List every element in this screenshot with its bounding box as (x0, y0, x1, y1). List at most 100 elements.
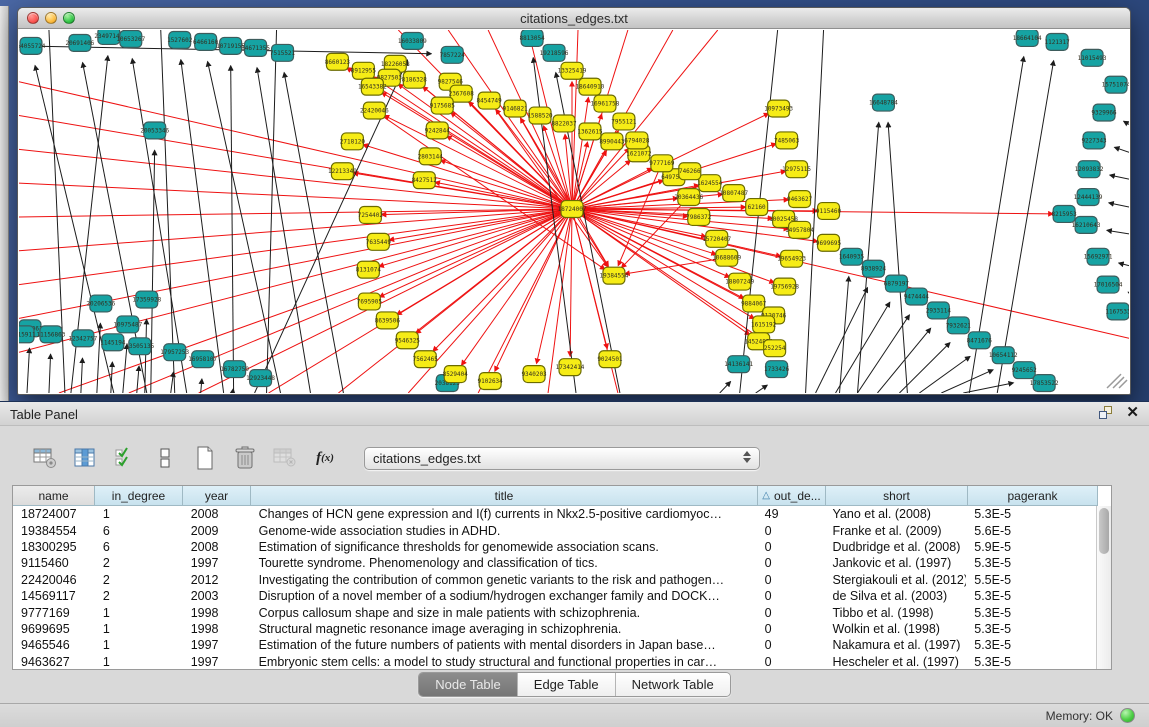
graph-edge[interactable] (877, 328, 930, 393)
table-cell[interactable]: 0 (757, 573, 825, 587)
network-window[interactable]: citations_edges.txt 14055724206914062349… (17, 7, 1131, 395)
column-header-year[interactable]: year (183, 486, 251, 506)
table-cell[interactable]: 2009 (183, 524, 251, 538)
column-header-name[interactable]: name (13, 486, 95, 506)
graph-edge[interactable] (379, 209, 572, 267)
graph-edge[interactable] (720, 382, 731, 393)
graph-edge[interactable] (111, 362, 113, 393)
table-cell[interactable]: 2 (95, 573, 183, 587)
show-columns-icon[interactable] (70, 442, 100, 474)
graph-edge[interactable] (857, 315, 909, 393)
graph-edge[interactable] (231, 66, 234, 393)
table-cell[interactable]: 5.3E-5 (966, 606, 1096, 620)
table-cell[interactable]: Hescheler et al. (1997) (825, 655, 967, 669)
table-cell[interactable]: 5.6E-5 (966, 524, 1096, 538)
graph-edge[interactable] (161, 30, 175, 393)
import-table-icon[interactable] (270, 442, 300, 474)
table-cell[interactable]: 0 (757, 524, 825, 538)
table-row[interactable]: 2242004622012Investigating the contribut… (13, 572, 1096, 588)
graph-edge[interactable] (284, 73, 343, 393)
table-cell[interactable]: 1 (95, 655, 183, 669)
table-cell[interactable]: 2 (95, 556, 183, 570)
table-cell[interactable]: 9777169 (13, 606, 95, 620)
table-cell[interactable]: 18300295 (13, 540, 95, 554)
tab-edge-table[interactable]: Edge Table (518, 673, 616, 696)
table-cell[interactable]: 1998 (183, 606, 251, 620)
graph-edge[interactable] (416, 209, 572, 333)
table-row[interactable]: 969969511998Structural magnetic resonanc… (13, 621, 1096, 637)
table-cell[interactable]: 0 (757, 540, 825, 554)
graph-edge[interactable] (888, 122, 907, 393)
graph-edge[interactable] (267, 30, 277, 393)
graph-edge[interactable] (1124, 121, 1129, 124)
table-cell[interactable]: de Silva et al. (2003) (825, 589, 967, 603)
graph-edge[interactable] (997, 61, 1053, 393)
table-cell[interactable]: 5.3E-5 (966, 622, 1096, 636)
table-cell[interactable]: 2008 (183, 507, 251, 521)
network-window-titlebar[interactable]: citations_edges.txt (18, 8, 1130, 29)
table-cell[interactable]: Franke et al. (2009) (825, 524, 967, 538)
table-cell[interactable]: 0 (757, 606, 825, 620)
function-builder-icon[interactable]: f(x) (310, 442, 340, 474)
table-cell[interactable]: Jankovic et al. (1997) (825, 556, 967, 570)
graph-edge[interactable] (257, 68, 310, 393)
table-cell[interactable]: 9465546 (13, 638, 95, 652)
table-cell[interactable]: Structural magnetic resonance image aver… (251, 622, 757, 636)
table-row[interactable]: 1872400712008Changes of HCN gene express… (13, 506, 1096, 522)
resize-grip[interactable] (1107, 374, 1127, 388)
graph-edge[interactable] (208, 62, 281, 393)
table-cell[interactable]: 14569117 (13, 589, 95, 603)
network-canvas[interactable]: 1405572420691406234971411065326715276026… (19, 30, 1129, 393)
table-cell[interactable]: 1998 (183, 622, 251, 636)
table-cell[interactable]: 18724007 (13, 507, 95, 521)
table-cell[interactable]: 2008 (183, 540, 251, 554)
table-cell[interactable]: Dudbridge et al. (2008) (825, 540, 967, 554)
column-header-pagerank[interactable]: pagerank (968, 486, 1098, 506)
graph-edge[interactable] (495, 209, 572, 371)
table-cell[interactable]: Estimation of the future numbers of pati… (251, 638, 757, 652)
table-cell[interactable]: Wolkin et al. (1998) (825, 622, 967, 636)
table-row[interactable]: 977716911998Corpus callosum shape and si… (13, 604, 1096, 620)
table-cell[interactable]: 0 (757, 638, 825, 652)
table-cell[interactable]: Investigating the contribution of common… (251, 573, 757, 587)
tab-network-table[interactable]: Network Table (616, 673, 730, 696)
row-height-icon[interactable] (150, 442, 180, 474)
graph-edge[interactable] (181, 60, 224, 393)
graph-edge[interactable] (1110, 175, 1129, 179)
table-cell[interactable]: 5.5E-5 (966, 573, 1096, 587)
graph-edge[interactable] (19, 209, 572, 352)
table-cell[interactable]: Genome-wide association studies in ADHD. (251, 524, 757, 538)
graph-edge[interactable] (816, 288, 868, 393)
table-cell[interactable]: 1997 (183, 556, 251, 570)
table-cell[interactable]: 5.3E-5 (966, 655, 1096, 669)
table-cell[interactable]: 0 (757, 655, 825, 669)
table-row[interactable]: 946554611997Estimation of the future num… (13, 637, 1096, 653)
table-row[interactable]: 946362711997Embryonic stem cells: a mode… (13, 654, 1096, 669)
graph-edge[interactable] (1119, 263, 1129, 266)
graph-edge[interactable] (1109, 203, 1129, 207)
table-cell[interactable]: Yano et al. (2008) (825, 507, 967, 521)
graph-edge[interactable] (836, 302, 890, 393)
table-cell[interactable]: 1997 (183, 638, 251, 652)
table-row[interactable]: 1830029562008Estimation of significance … (13, 539, 1096, 555)
table-row[interactable]: 911546021997Tourette syndrome. Phenomeno… (13, 555, 1096, 571)
table-settings-icon[interactable] (30, 442, 60, 474)
table-cell[interactable]: 1 (95, 622, 183, 636)
graph-edge[interactable] (97, 323, 101, 393)
table-cell[interactable]: 1 (95, 507, 183, 521)
create-table-icon[interactable] (190, 442, 220, 474)
float-panel-icon[interactable] (1098, 405, 1114, 421)
tab-node-table[interactable]: Node Table (419, 673, 518, 696)
graph-edge[interactable] (49, 354, 51, 393)
table-cell[interactable]: 5.3E-5 (966, 589, 1096, 603)
graph-edge[interactable] (19, 183, 572, 209)
graph-edge[interactable] (899, 343, 950, 393)
column-header-indegree[interactable]: in_degree (95, 486, 183, 506)
table-cell[interactable]: 6 (95, 540, 183, 554)
table-cell[interactable]: Stergiakouli et al. (2012) (825, 573, 967, 587)
table-cell[interactable]: 9699695 (13, 622, 95, 636)
table-cell[interactable]: Tourette syndrome. Phenomenology and cla… (251, 556, 757, 570)
graph-edge[interactable] (384, 115, 572, 209)
table-cell[interactable]: Embryonic stem cells: a model to study s… (251, 655, 757, 669)
table-cell[interactable]: Disruption of a novel member of a sodium… (251, 589, 757, 603)
